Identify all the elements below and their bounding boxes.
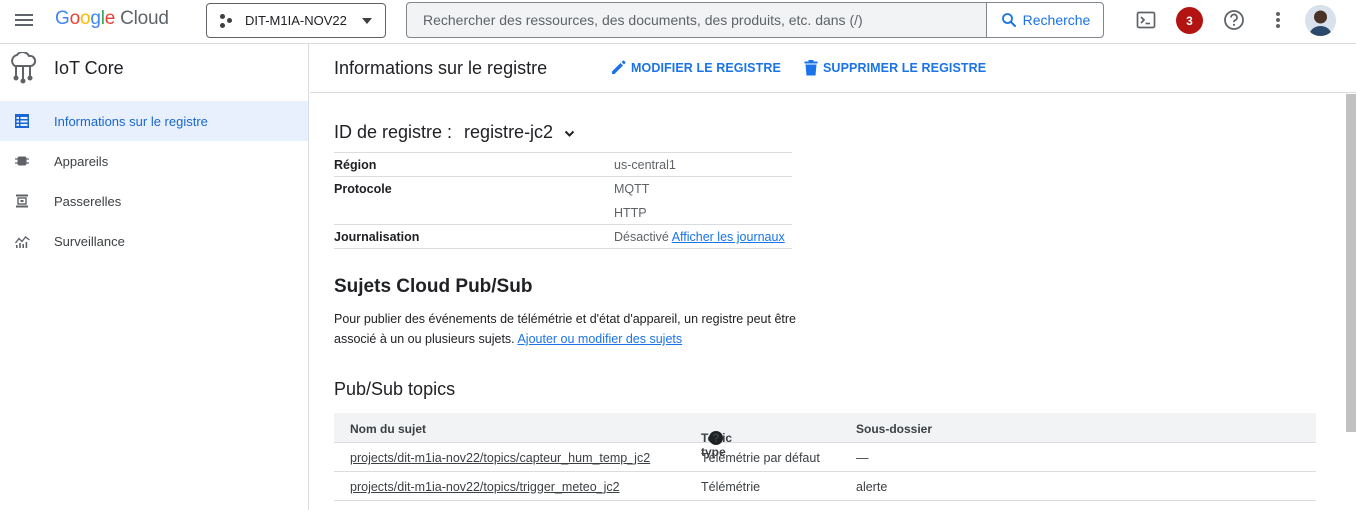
logging-value: Désactivé: [614, 230, 669, 244]
sidebar-item-monitoring[interactable]: Surveillance: [0, 221, 308, 261]
topics-title: Pub/Sub topics: [334, 379, 456, 399]
sidebar-header: IoT Core: [0, 44, 308, 92]
sidebar-item-label: Informations sur le registre: [54, 113, 208, 129]
table-header: Nom du sujet Topic type? Sous-dossier: [334, 413, 1316, 459]
project-name: DIT-M1IA-NOV22: [245, 13, 347, 28]
logging-value-group: Désactivé Afficher les journaux: [614, 230, 785, 244]
delete-registry-button[interactable]: SUPPRIMER LE REGISTRE: [804, 60, 986, 76]
notification-badge[interactable]: 3: [1176, 7, 1203, 34]
pubsub-text-1: Pour publier des événements de télémétri…: [334, 312, 796, 326]
registry-id-heading: ID de registre : registre-jc2: [334, 122, 575, 143]
cloud-shell-icon[interactable]: [1134, 8, 1158, 32]
topic-subfolder: —: [856, 451, 869, 465]
pubsub-description: Pour publier des événements de télémétri…: [334, 309, 834, 349]
protocol-value-http: HTTP: [614, 206, 647, 220]
menu-icon[interactable]: [13, 11, 35, 33]
edit-registry-label: MODIFIER LE REGISTRE: [631, 61, 781, 75]
delete-registry-label: SUPPRIMER LE REGISTRE: [823, 61, 987, 75]
registry-id-label: ID de registre :: [334, 122, 453, 142]
logging-label: Journalisation: [334, 230, 420, 244]
topic-link[interactable]: projects/dit-m1ia-nov22/topics/capteur_h…: [350, 451, 650, 465]
sidebar-title: IoT Core: [54, 57, 124, 78]
more-vert-icon[interactable]: [1266, 8, 1290, 32]
search-button-label: Recherche: [1022, 12, 1091, 28]
topic-subfolder: alerte: [856, 480, 888, 494]
table-row: projects/dit-m1ia-nov22/topics/trigger_m…: [334, 472, 1316, 501]
sidebar-item-label: Passerelles: [54, 193, 122, 209]
device-icon: [14, 153, 30, 169]
pubsub-section-title: Sujets Cloud Pub/Sub: [334, 276, 533, 297]
logo-cloud-text: Cloud: [120, 8, 169, 29]
protocol-value-mqtt: MQTT: [614, 182, 650, 196]
pencil-icon: [612, 60, 626, 74]
top-bar: GoogleCloud DIT-M1IA-NOV22 Recherche 3: [0, 0, 1356, 44]
topic-link[interactable]: projects/dit-m1ia-nov22/topics/trigger_m…: [350, 480, 620, 494]
sidebar-item-label: Surveillance: [54, 233, 125, 249]
pubsub-text-2: associé à un ou plusieurs sujets.: [334, 332, 515, 346]
topics-table: Nom du sujet Topic type? Sous-dossier pr…: [334, 413, 1316, 501]
registry-details: Région us-central1 Protocole MQTT HTTP J…: [334, 152, 792, 249]
edit-registry-button[interactable]: MODIFIER LE REGISTRE: [610, 60, 781, 76]
monitoring-icon: [14, 233, 30, 249]
detail-row-region: Région us-central1: [334, 152, 792, 176]
topic-type: Télémétrie: [701, 480, 761, 494]
registry-id-selector[interactable]: registre-jc2: [464, 122, 575, 143]
google-cloud-logo[interactable]: Google Cloud: [55, 8, 169, 30]
table-row: projects/dit-m1ia-nov22/topics/capteur_h…: [334, 443, 1316, 472]
avatar[interactable]: [1305, 5, 1336, 36]
chevron-down-icon: [362, 18, 372, 24]
trash-icon: [804, 60, 818, 76]
detail-row-protocol: Protocole MQTT HTTP: [334, 176, 792, 224]
sidebar-item-gateways[interactable]: Passerelles: [0, 181, 308, 221]
main-content: Informations sur le registre MODIFIER LE…: [310, 44, 1356, 510]
sidebar-item-registry-info[interactable]: Informations sur le registre: [0, 101, 308, 141]
page-title: Informations sur le registre: [334, 58, 548, 78]
chevron-down-icon: [564, 122, 575, 143]
help-icon[interactable]: [1222, 8, 1246, 32]
project-icon: [220, 13, 236, 28]
iot-core-icon: [6, 51, 46, 84]
column-header-topic[interactable]: Nom du sujet: [350, 422, 426, 436]
page-header: Informations sur le registre MODIFIER LE…: [310, 44, 1356, 93]
search-bar: Recherche: [406, 2, 1104, 38]
region-label: Région: [334, 158, 377, 172]
gateway-icon: [14, 193, 30, 209]
search-icon: [1001, 13, 1016, 27]
edit-topics-link[interactable]: Ajouter ou modifier des sujets: [517, 332, 682, 346]
search-input[interactable]: [407, 3, 987, 37]
registry-icon: [14, 113, 30, 129]
sidebar-item-label: Appareils: [54, 153, 109, 169]
scrollbar[interactable]: [1346, 94, 1356, 432]
project-selector[interactable]: DIT-M1IA-NOV22: [206, 3, 386, 38]
protocol-label: Protocole: [334, 182, 392, 196]
view-logs-link[interactable]: Afficher les journaux: [672, 230, 785, 244]
registry-id-value: registre-jc2: [464, 122, 554, 142]
sidebar-item-devices[interactable]: Appareils: [0, 141, 308, 181]
search-button[interactable]: Recherche: [986, 3, 1103, 37]
region-value: us-central1: [614, 158, 676, 172]
detail-row-logging: Journalisation Désactivé Afficher les jo…: [334, 224, 792, 249]
topic-type: Télémétrie par défaut: [701, 451, 820, 465]
sidebar: IoT Core Informations sur le registre Ap…: [0, 44, 309, 510]
column-header-subfolder[interactable]: Sous-dossier: [856, 422, 932, 436]
logo-google-text: Google: [55, 8, 116, 29]
